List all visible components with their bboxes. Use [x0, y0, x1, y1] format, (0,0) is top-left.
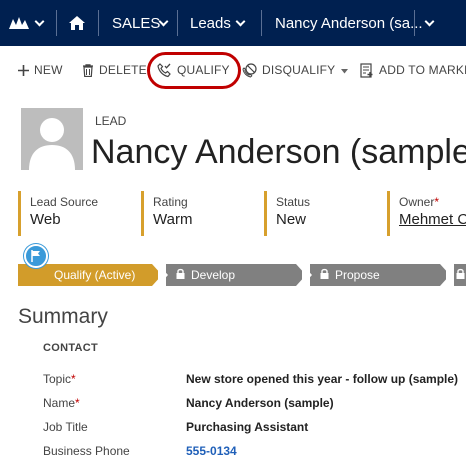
job-title-value[interactable]: Purchasing Assistant — [186, 420, 308, 434]
home-icon[interactable] — [68, 0, 86, 46]
stage-arrow — [302, 264, 312, 286]
stage-propose[interactable]: Propose — [310, 264, 440, 286]
name-label-wrap: Name* — [43, 396, 80, 410]
avatar[interactable] — [21, 108, 83, 170]
lock-icon — [176, 268, 185, 282]
new-button[interactable]: NEW — [18, 52, 63, 88]
rating-label: Rating — [153, 195, 188, 209]
field-row-name: Name* Nancy Anderson (sample) — [43, 396, 466, 416]
job-title-label: Job Title — [43, 420, 88, 434]
plus-icon — [18, 64, 29, 76]
name-label: Name — [43, 396, 76, 410]
top-navigation-bar: SALES Leads Nancy Anderson (sa... — [0, 0, 466, 46]
delete-button-label: DELETE — [99, 63, 147, 77]
field-row-topic: Topic* New store opened this year - foll… — [43, 372, 466, 392]
nav-entity-leads[interactable]: Leads — [190, 0, 231, 46]
header-field-rating[interactable]: Rating Warm — [141, 191, 192, 236]
record-menu-chevron-icon[interactable] — [424, 0, 435, 46]
field-row-job-title: Job Title Purchasing Assistant — [43, 420, 466, 440]
lock-icon — [320, 268, 329, 282]
header-field-lead-source[interactable]: Lead Source Web — [18, 191, 98, 236]
summary-tab-title[interactable]: Summary — [18, 305, 108, 329]
process-flag-icon[interactable] — [24, 244, 48, 268]
lead-source-value[interactable]: Web — [30, 210, 98, 230]
leads-menu-chevron-icon[interactable] — [235, 0, 246, 46]
lead-source-label: Lead Source — [30, 195, 99, 209]
disqualify-button-label: DISQUALIFY — [262, 63, 336, 77]
add-to-marketing-list-button[interactable]: ADD TO MARKETI — [360, 52, 466, 88]
contact-section-title: CONTACT — [43, 342, 99, 354]
sales-menu-chevron-icon[interactable] — [158, 0, 169, 46]
new-button-label: NEW — [34, 63, 63, 77]
phone-blocked-icon — [242, 62, 257, 78]
name-value[interactable]: Nancy Anderson (sample) — [186, 396, 334, 410]
owner-label: Owner — [399, 195, 435, 209]
nav-current-record[interactable]: Nancy Anderson (sa... — [275, 0, 423, 46]
disqualify-button[interactable]: DISQUALIFY — [242, 52, 349, 88]
nav-divider — [98, 10, 99, 36]
stage-arrow — [158, 264, 168, 286]
rating-value[interactable]: Warm — [153, 210, 192, 230]
business-phone-value[interactable]: 555-0134 — [186, 444, 237, 458]
nav-divider — [56, 10, 57, 36]
required-asterisk: * — [71, 372, 76, 386]
required-asterisk: * — [434, 195, 440, 209]
marketing-list-icon — [360, 62, 374, 78]
process-stage-bar: Qualify (Active) Develop Propose — [18, 264, 466, 286]
owner-label-wrap: Owner* — [399, 194, 466, 210]
status-value[interactable]: New — [276, 210, 310, 230]
person-silhouette-icon — [29, 118, 75, 170]
topic-value[interactable]: New store opened this year - follow up (… — [186, 372, 458, 386]
required-asterisk: * — [75, 396, 80, 410]
nav-module-sales[interactable]: SALES — [112, 0, 160, 46]
record-title: Nancy Anderson (sample — [91, 133, 466, 171]
stage-propose-label: Propose — [335, 268, 380, 282]
topic-label-wrap: Topic* — [43, 372, 76, 386]
business-phone-label: Business Phone — [43, 444, 130, 458]
header-field-status[interactable]: Status New — [264, 191, 310, 236]
delete-button[interactable]: DELETE — [82, 52, 147, 88]
trash-icon — [82, 63, 94, 77]
add-to-marketing-list-label: ADD TO MARKETI — [379, 63, 466, 77]
nav-divider — [261, 10, 262, 36]
caret-down-icon — [341, 63, 349, 77]
stage-develop-label: Develop — [191, 268, 236, 282]
qualify-highlight-ring — [147, 52, 241, 89]
app-menu-chevron-icon[interactable] — [34, 0, 45, 46]
stage-next-partial[interactable] — [454, 264, 466, 286]
field-row-business-phone: Business Phone 555-0134 — [43, 444, 466, 463]
owner-link[interactable]: Mehmet C — [399, 210, 466, 230]
status-label: Status — [276, 195, 311, 209]
header-field-owner[interactable]: Owner* Mehmet C — [387, 191, 466, 236]
entity-type-label: LEAD — [95, 114, 127, 128]
stage-qualify-label: Qualify (Active) — [54, 268, 136, 282]
nav-divider — [414, 10, 415, 36]
lock-icon — [456, 268, 465, 282]
nav-divider — [177, 10, 178, 36]
stage-develop[interactable]: Develop — [166, 264, 296, 286]
dynamics-logo-icon[interactable] — [8, 0, 30, 46]
topic-label: Topic — [43, 372, 72, 386]
